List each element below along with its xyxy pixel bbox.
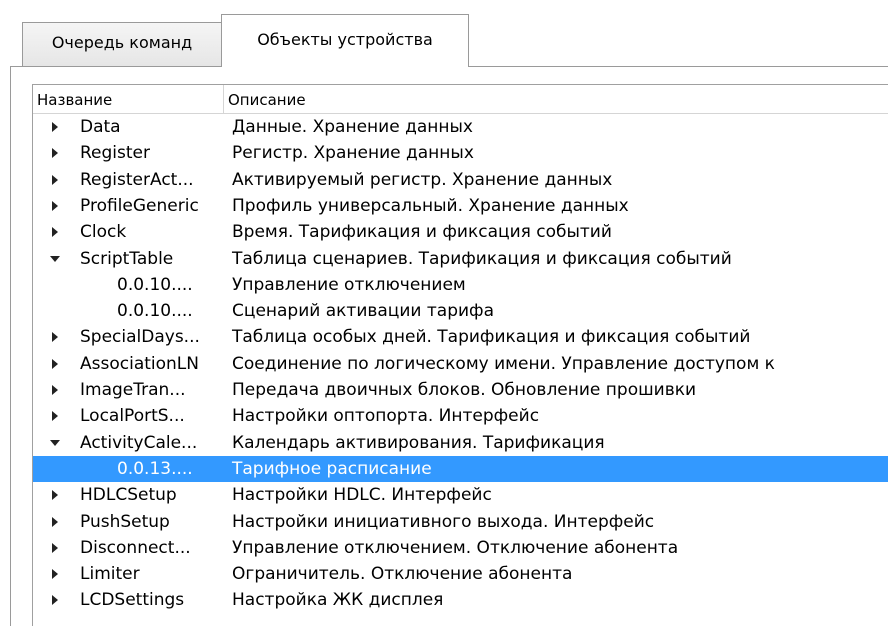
object-description: Настройка ЖК дисплея xyxy=(232,590,444,611)
collapsed-arrow-icon[interactable] xyxy=(47,509,61,535)
tree-row[interactable]: LCDSettings Настройка ЖК дисплея xyxy=(33,587,888,613)
object-description: Тарифное расписание xyxy=(232,458,432,479)
tree-row[interactable]: PushSetup Настройки инициативного выхода.… xyxy=(33,509,888,535)
object-name: RegisterAct... xyxy=(80,169,194,190)
tree-header: Название Описание xyxy=(33,85,888,114)
collapsed-arrow-icon[interactable] xyxy=(47,587,61,613)
object-description: Настройки HDLC. Интерфейс xyxy=(232,485,492,506)
collapsed-arrow-icon[interactable] xyxy=(47,377,61,403)
collapsed-arrow-icon[interactable] xyxy=(47,403,61,429)
tree-row[interactable]: Data Данные. Хранение данных xyxy=(33,114,888,140)
object-name: LCDSettings xyxy=(80,590,185,611)
object-description: Передача двоичных блоков. Обновление про… xyxy=(232,380,697,400)
collapsed-arrow-icon[interactable] xyxy=(47,482,61,508)
expanded-arrow-icon[interactable] xyxy=(47,430,61,456)
tab-device-objects[interactable]: Объекты устройства xyxy=(221,14,469,67)
object-name: PushSetup xyxy=(80,511,170,532)
object-description: Активируемый регистр. Хранение данных xyxy=(232,169,613,190)
object-name: SpecialDays... xyxy=(80,327,200,348)
tab-command-queue[interactable]: Очередь команд xyxy=(22,22,222,66)
object-description: Профиль универсальный. Хранение данных xyxy=(232,195,629,216)
tree-row[interactable]: ActivityCale... Календарь активирования. … xyxy=(33,430,888,456)
object-name: 0.0.13.... xyxy=(117,458,193,479)
tree-row[interactable]: 0.0.13.... Тарифное расписание xyxy=(33,455,888,482)
tree-row[interactable]: Register Регистр. Хранение данных xyxy=(33,140,888,166)
tab-bar: Очередь команд Объекты устройства xyxy=(0,0,888,67)
tree-row[interactable]: ProfileGeneric Профиль универсальный. Хра… xyxy=(33,193,888,219)
object-description: Ограничитель. Отключение абонента xyxy=(232,564,573,585)
objects-tree[interactable]: Название Описание Data Данные. Хранение д… xyxy=(32,84,888,626)
collapsed-arrow-icon[interactable] xyxy=(47,351,61,377)
collapsed-arrow-icon[interactable] xyxy=(47,219,61,245)
column-header-name[interactable]: Название xyxy=(33,85,224,113)
tree-row[interactable]: LocalPortS... Настройки оптопорта. Интерф… xyxy=(33,403,888,429)
tree-row[interactable]: ScriptTable Таблица сценариев. Тарификаци… xyxy=(33,246,888,272)
object-name: Register xyxy=(80,143,150,164)
collapsed-arrow-icon[interactable] xyxy=(47,114,61,140)
object-description: Соединение по логическому имени. Управле… xyxy=(232,353,775,374)
device-objects-window: Очередь команд Объекты устройства Назван… xyxy=(0,0,888,626)
object-description: Время. Тарификация и фиксация событий xyxy=(232,222,612,243)
collapsed-arrow-icon[interactable] xyxy=(47,535,61,561)
collapsed-arrow-icon[interactable] xyxy=(47,140,61,166)
tree-row[interactable]: Disconnect... Управление отключением. Отк… xyxy=(33,535,888,561)
object-description: Таблица особых дней. Тарификация и фикса… xyxy=(232,327,751,348)
collapsed-arrow-icon[interactable] xyxy=(47,561,61,587)
object-description: Таблица сценариев. Тарификация и фиксаци… xyxy=(232,248,732,269)
object-name: 0.0.10.... xyxy=(117,274,193,295)
object-name: ProfileGeneric xyxy=(80,195,199,216)
collapsed-arrow-icon[interactable] xyxy=(47,324,61,350)
object-name: ScriptTable xyxy=(80,248,174,269)
expanded-arrow-icon[interactable] xyxy=(47,246,61,272)
object-name: 0.0.10.... xyxy=(117,301,193,322)
object-description: Календарь активирования. Тарификация xyxy=(232,432,605,453)
tree-row[interactable]: HDLCSetup Настройки HDLC. Интерфейс xyxy=(33,482,888,508)
tree-row[interactable]: 0.0.10.... Сценарий активации тарифа xyxy=(33,298,888,324)
object-description: Управление отключением. Отключение абоне… xyxy=(232,537,679,558)
object-name: LocalPortS... xyxy=(80,406,185,427)
object-name: Data xyxy=(80,117,121,137)
tree-row[interactable]: AssociationLN Соединение по логическому и… xyxy=(33,351,888,377)
object-name: Clock xyxy=(80,222,127,243)
object-description: Сценарий активации тарифа xyxy=(232,301,494,322)
tree-row[interactable]: 0.0.10.... Управление отключением xyxy=(33,272,888,298)
object-name: AssociationLN xyxy=(80,353,199,374)
object-name: Limiter xyxy=(80,564,140,585)
object-name: ImageTran... xyxy=(80,380,186,400)
object-name: Disconnect... xyxy=(80,537,191,558)
tree-row[interactable]: Clock Время. Тарификация и фиксация событ… xyxy=(33,219,888,245)
object-description: Регистр. Хранение данных xyxy=(232,143,474,164)
object-description: Данные. Хранение данных xyxy=(232,117,473,137)
tree-row[interactable]: ImageTran... Передача двоичных блоков. Об… xyxy=(33,377,888,403)
object-name: HDLCSetup xyxy=(80,485,177,506)
object-description: Настройки инициативного выхода. Интерфей… xyxy=(232,511,655,532)
tree-row[interactable]: SpecialDays... Таблица особых дней. Тариф… xyxy=(33,324,888,350)
tree-row[interactable]: Limiter Ограничитель. Отключение абонента xyxy=(33,561,888,587)
tree-row[interactable]: RegisterAct... Активируемый регистр. Хран… xyxy=(33,167,888,193)
collapsed-arrow-icon[interactable] xyxy=(47,167,61,193)
object-name: ActivityCale... xyxy=(80,432,198,453)
column-header-description[interactable]: Описание xyxy=(224,85,888,113)
object-description: Настройки оптопорта. Интерфейс xyxy=(232,406,540,427)
object-description: Управление отключением xyxy=(232,274,466,295)
collapsed-arrow-icon[interactable] xyxy=(47,193,61,219)
